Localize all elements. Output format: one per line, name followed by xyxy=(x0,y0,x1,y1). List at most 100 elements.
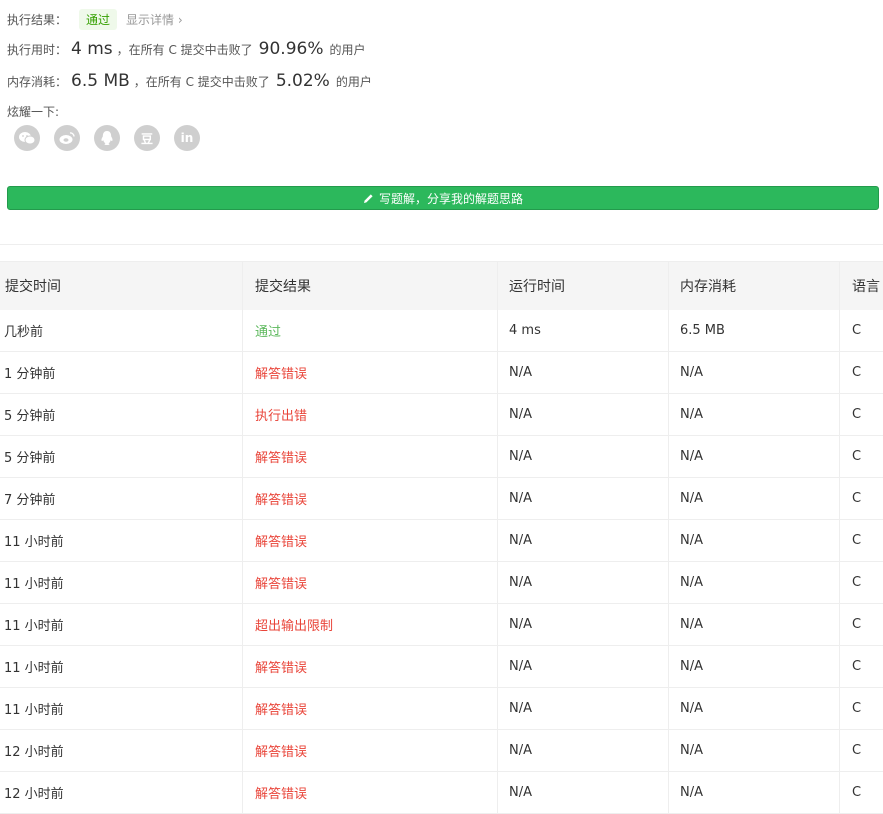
runtime-cell: N/A xyxy=(498,394,669,435)
memory-cell: N/A xyxy=(669,436,840,477)
submit-result-link[interactable]: 解答错误 xyxy=(255,447,307,466)
runtime-cell: N/A xyxy=(498,604,669,645)
table-row: 12 小时前 解答错误 N/A N/A C xyxy=(0,772,883,814)
runtime-cell: N/A xyxy=(498,478,669,519)
submit-result-link[interactable]: 执行出错 xyxy=(255,405,307,424)
memory-cell: N/A xyxy=(669,562,840,603)
section-divider xyxy=(0,244,883,245)
language-cell: C xyxy=(852,533,862,548)
language-cell: C xyxy=(852,785,862,800)
write-solution-label: 写题解，分享我的解题思路 xyxy=(378,191,523,206)
table-row: 12 小时前 解答错误 N/A N/A C xyxy=(0,730,883,772)
submit-result-link[interactable]: 超出输出限制 xyxy=(255,615,333,634)
runtime-cell: N/A xyxy=(498,730,669,771)
submit-result-link[interactable]: 解答错误 xyxy=(255,573,307,592)
runtime-row: 执行用时： 4 ms ，在所有 C 提交中击败了 90.96% 的用户 xyxy=(7,39,366,59)
header-runtime[interactable]: 运行时间 xyxy=(498,262,669,310)
memory-cell: N/A xyxy=(669,604,840,645)
language-cell: C xyxy=(852,407,862,422)
submit-result-cell: 解答错误 xyxy=(243,478,498,519)
runtime-cell: N/A xyxy=(498,562,669,603)
memory-value: 6.5 MB xyxy=(71,71,130,91)
language-cell: C xyxy=(852,575,862,590)
linkedin-icon[interactable]: in xyxy=(174,125,200,151)
header-language[interactable]: 语言 xyxy=(840,262,883,310)
submit-result-link[interactable]: 解答错误 xyxy=(255,699,307,718)
memory-text-post: 的用户 xyxy=(335,75,372,89)
memory-cell: N/A xyxy=(669,520,840,561)
runtime-cell: N/A xyxy=(498,772,669,813)
table-row: 1 分钟前 解答错误 N/A N/A C xyxy=(0,352,883,394)
memory-cell: N/A xyxy=(669,394,840,435)
submit-result-link[interactable]: 解答错误 xyxy=(255,363,307,382)
runtime-cell: N/A xyxy=(498,646,669,687)
submit-result-cell: 解答错误 xyxy=(243,352,498,393)
submit-time-cell: 几秒前 xyxy=(0,310,243,351)
memory-cell: N/A xyxy=(669,478,840,519)
write-solution-button[interactable]: 写题解，分享我的解题思路 xyxy=(7,186,879,210)
submission-result-panel: 执行结果： 通过 显示详情 › 执行用时： 4 ms ，在所有 C 提交中击败了… xyxy=(0,0,883,245)
submit-result-link[interactable]: 解答错误 xyxy=(255,531,307,550)
submit-result-link[interactable]: 解答错误 xyxy=(255,741,307,760)
runtime-cell: N/A xyxy=(498,688,669,729)
runtime-label: 执行用时： xyxy=(7,43,68,57)
memory-label: 内存消耗： xyxy=(7,75,68,89)
submit-time-cell: 11 小时前 xyxy=(0,520,243,561)
submit-result-link[interactable]: 通过 xyxy=(255,321,281,340)
linkedin-glyph: in xyxy=(180,131,194,145)
submit-result-cell: 解答错误 xyxy=(243,436,498,477)
table-row: 7 分钟前 解答错误 N/A N/A C xyxy=(0,478,883,520)
share-row: 炫耀一下: xyxy=(7,103,59,120)
memory-cell: N/A xyxy=(669,772,840,813)
table-row: 11 小时前 解答错误 N/A N/A C xyxy=(0,688,883,730)
runtime-text-post: 的用户 xyxy=(329,43,366,57)
header-submit-result[interactable]: 提交结果 xyxy=(243,262,498,310)
memory-cell: N/A xyxy=(669,688,840,729)
douban-glyph: 豆 xyxy=(140,131,153,146)
submit-result-link[interactable]: 解答错误 xyxy=(255,489,307,508)
submit-time-cell: 5 分钟前 xyxy=(0,436,243,477)
memory-text: ，在所有 C 提交中击败了 xyxy=(133,75,270,89)
qq-icon[interactable] xyxy=(94,125,120,151)
runtime-cell: 4 ms xyxy=(498,310,669,351)
memory-percent: 5.02% xyxy=(275,71,330,91)
share-icons: 豆 in xyxy=(14,125,214,151)
show-details-link[interactable]: 显示详情 › xyxy=(126,11,183,28)
submit-result-link[interactable]: 解答错误 xyxy=(255,657,307,676)
runtime-value: 4 ms xyxy=(71,39,113,59)
submit-time-cell: 5 分钟前 xyxy=(0,394,243,435)
language-cell: C xyxy=(852,449,862,464)
submit-result-cell: 解答错误 xyxy=(243,562,498,603)
submission-table: 提交时间 提交结果 运行时间 内存消耗 语言 几秒前 通过 4 ms 6.5 MB C 1… xyxy=(0,261,883,814)
memory-cell: N/A xyxy=(669,646,840,687)
runtime-cell: N/A xyxy=(498,352,669,393)
table-row: 5 分钟前 执行出错 N/A N/A C xyxy=(0,394,883,436)
table-row: 11 小时前 超出输出限制 N/A N/A C xyxy=(0,604,883,646)
runtime-cell: N/A xyxy=(498,520,669,561)
table-body: 几秒前 通过 4 ms 6.5 MB C 1 分钟前 解答错误 N/A N/A C 5 分钟前 执行出… xyxy=(0,310,883,814)
header-submit-time[interactable]: 提交时间 xyxy=(0,262,243,310)
language-cell: C xyxy=(852,323,862,338)
submit-result-cell: 超出输出限制 xyxy=(243,604,498,645)
submit-time-cell: 1 分钟前 xyxy=(0,352,243,393)
submit-result-cell: 解答错误 xyxy=(243,730,498,771)
submit-time-cell: 12 小时前 xyxy=(0,772,243,813)
memory-row: 内存消耗： 6.5 MB ，在所有 C 提交中击败了 5.02% 的用户 xyxy=(7,71,372,91)
submit-result-cell: 解答错误 xyxy=(243,772,498,813)
douban-icon[interactable]: 豆 xyxy=(134,125,160,151)
language-cell: C xyxy=(852,659,862,674)
memory-cell: N/A xyxy=(669,730,840,771)
submit-time-cell: 12 小时前 xyxy=(0,730,243,771)
submit-time-cell: 11 小时前 xyxy=(0,604,243,645)
table-row: 11 小时前 解答错误 N/A N/A C xyxy=(0,646,883,688)
weibo-icon[interactable] xyxy=(54,125,80,151)
result-row: 执行结果： 通过 显示详情 › xyxy=(7,9,183,30)
memory-cell: N/A xyxy=(669,352,840,393)
submit-result-cell: 通过 xyxy=(243,310,498,351)
submit-result-link[interactable]: 解答错误 xyxy=(255,783,307,802)
language-cell: C xyxy=(852,491,862,506)
submit-time-cell: 11 小时前 xyxy=(0,646,243,687)
header-memory[interactable]: 内存消耗 xyxy=(669,262,840,310)
result-label: 执行结果： xyxy=(7,13,68,27)
wechat-icon[interactable] xyxy=(14,125,40,151)
